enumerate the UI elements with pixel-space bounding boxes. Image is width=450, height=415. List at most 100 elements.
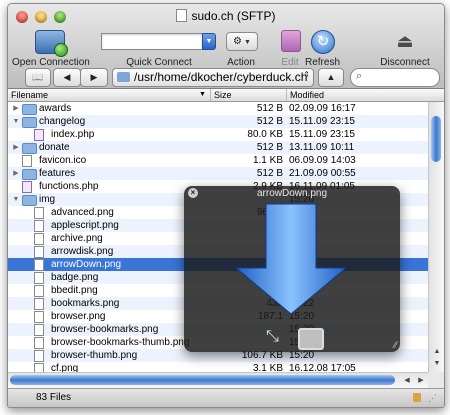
resize-grip-icon[interactable]: ⋰: [428, 393, 437, 404]
resize-grip-icon[interactable]: ⁄⁄: [394, 340, 397, 350]
chevron-down-icon: ▼: [244, 39, 251, 46]
edit-label: Edit: [281, 57, 299, 68]
file-name: archive.png: [51, 233, 103, 244]
scroll-up-arrow[interactable]: ▲: [429, 346, 444, 358]
triangle-right-icon: ▶: [90, 72, 98, 82]
path-select[interactable]: /usr/home/dkocher/cyberduck.ch ⇕: [112, 68, 314, 87]
filename-column-header[interactable]: Filename: [11, 89, 48, 101]
file-size: 512 B: [256, 168, 283, 179]
file-icon: [34, 272, 44, 284]
back-button[interactable]: ◀: [53, 68, 81, 87]
scroll-corner: [428, 372, 444, 388]
disclosure-closed-icon[interactable]: ▶: [12, 167, 20, 180]
path-bar: 📖 ◀ ▶ /usr/home/dkocher/cyberduck.ch ⇕ ▲…: [8, 68, 444, 90]
size-column-header[interactable]: Size: [214, 89, 232, 101]
file-row[interactable]: cf.png 3.1 KB 16.12.08 17:05: [8, 362, 428, 372]
column-header: Filename ▼ Size Modified: [8, 89, 444, 102]
forward-button[interactable]: ▶: [80, 68, 108, 87]
vertical-scrollbar[interactable]: ▲ ▼: [428, 102, 444, 372]
path-text: /usr/home/dkocher/cyberduck.ch: [134, 70, 308, 84]
edit-button[interactable]: Edit: [279, 30, 301, 70]
folder-icon: [22, 143, 37, 154]
open-connection-button[interactable]: Open Connection: [12, 30, 90, 70]
file-icon: [34, 220, 44, 232]
file-name: applescript.png: [51, 220, 119, 231]
file-modified: 06.09.09 14:03: [289, 155, 356, 166]
file-size: 512 B: [256, 103, 283, 114]
file-name: browser-thumb.png: [51, 350, 138, 361]
scroll-left-arrow[interactable]: ◀: [400, 373, 414, 388]
disclosure-open-icon[interactable]: ▼: [12, 193, 20, 206]
chevron-down-icon: ▼: [205, 38, 213, 45]
globe-badge-icon: [54, 43, 68, 57]
file-name: donate: [39, 142, 70, 153]
fullscreen-icon[interactable]: ⤡: [266, 328, 279, 346]
file-name: favicon.ico: [39, 155, 87, 166]
globe-icon: [35, 30, 68, 57]
column-divider[interactable]: [210, 89, 211, 101]
disclosure-open-icon[interactable]: ▼: [12, 115, 20, 128]
folder-icon: [22, 195, 37, 206]
disconnect-label: Disconnect: [380, 57, 430, 68]
open-connection-label: Open Connection: [12, 57, 90, 68]
folder-row[interactable]: ▶ features 512 B 21.09.09 00:55: [8, 167, 428, 180]
modified-column-header[interactable]: Modified: [290, 89, 324, 101]
file-name: bookmarks.png: [51, 298, 120, 309]
file-name: advanced.png: [51, 207, 114, 218]
file-size: 80.0 KB: [247, 129, 283, 140]
action-menu[interactable]: ⚙ ▼ Action: [224, 30, 258, 70]
disconnect-button[interactable]: ⏏ Disconnect: [380, 30, 430, 70]
quick-connect-input[interactable]: [101, 33, 203, 50]
file-icon: [22, 155, 32, 167]
file-icon: [34, 350, 44, 362]
vertical-scroll-thumb[interactable]: [431, 116, 441, 162]
quicklook-panel: × arrowDown.png ⤡ ⁄⁄: [184, 186, 400, 352]
file-modified: 13.11.09 10:11: [289, 142, 355, 153]
file-row[interactable]: index.php 80.0 KB 15.11.09 23:15: [8, 128, 428, 141]
file-icon: [34, 337, 44, 349]
file-name: browser.png: [51, 311, 106, 322]
refresh-label: Refresh: [305, 57, 341, 68]
disclosure-closed-icon[interactable]: ▶: [12, 102, 20, 115]
parent-directory-button[interactable]: ▲: [318, 68, 344, 87]
bookmarks-toggle-button[interactable]: 📖: [25, 68, 51, 87]
file-size: 512 B: [256, 116, 283, 127]
column-divider[interactable]: [286, 89, 287, 101]
file-size: 1.1 KB: [252, 155, 283, 166]
file-name: bbedit.png: [51, 285, 98, 296]
status-bar: 83 Files ⋰: [8, 388, 444, 407]
action-label: Action: [227, 57, 255, 68]
quick-connect: ▼ Quick Connect: [101, 30, 217, 70]
php-file-icon: [22, 181, 32, 193]
horizontal-scrollbar[interactable]: ◀ ▶: [8, 372, 428, 388]
folder-row[interactable]: ▶ awards 512 B 02.09.09 16:17: [8, 102, 428, 115]
scroll-down-arrow[interactable]: ▼: [429, 358, 444, 370]
file-name: badge.png: [51, 272, 99, 283]
action-button[interactable]: ⚙ ▼: [226, 32, 258, 51]
iphoto-icon[interactable]: [298, 328, 324, 350]
file-name: img: [39, 194, 56, 205]
horizontal-scroll-thumb[interactable]: [10, 375, 395, 385]
file-icon: [34, 207, 44, 219]
book-icon: 📖: [32, 72, 44, 82]
scroll-right-arrow[interactable]: ▶: [414, 373, 428, 388]
file-row[interactable]: favicon.ico 1.1 KB 06.09.09 14:03: [8, 154, 428, 167]
disclosure-closed-icon[interactable]: ▶: [12, 141, 20, 154]
document-icon: [176, 9, 188, 22]
quicklook-preview: [234, 203, 348, 315]
sort-descending-icon: ▼: [199, 91, 206, 98]
window-title-text: sudo.ch (SFTP): [191, 9, 276, 23]
file-size: 3.1 KB: [252, 363, 283, 372]
file-name: cf.png: [51, 363, 79, 372]
file-icon: [34, 259, 44, 271]
file-name: functions.php: [39, 181, 99, 192]
file-modified: 16.12.08 17:05: [289, 363, 356, 372]
quick-connect-dropdown[interactable]: ▼: [202, 33, 216, 50]
folder-row[interactable]: ▶ donate 512 B 13.11.09 10:11: [8, 141, 428, 154]
folder-row[interactable]: ▼ changelog 512 B 15.11.09 23:15: [8, 115, 428, 128]
chevron-updown-icon: ⇕: [303, 70, 310, 79]
search-field[interactable]: ⌕: [350, 68, 440, 87]
triangle-left-icon: ◀: [63, 72, 71, 82]
quick-connect-label: Quick Connect: [126, 57, 192, 68]
refresh-button[interactable]: ↻ Refresh: [305, 30, 341, 70]
